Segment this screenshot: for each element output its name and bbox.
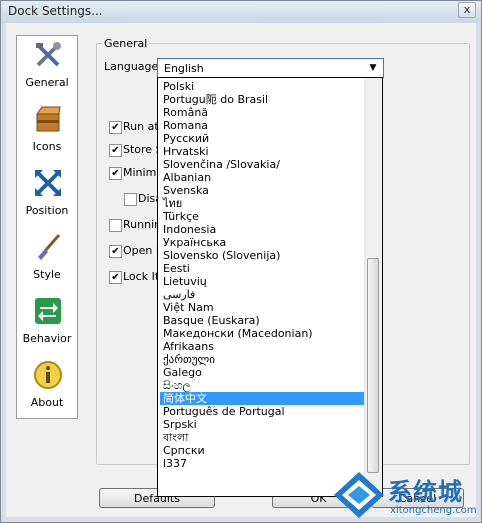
language-option[interactable]: Indonesia (160, 223, 368, 236)
sidebar-item-behavior[interactable]: Behavior (17, 294, 77, 354)
language-option[interactable]: සිංහල (160, 379, 368, 392)
language-option[interactable]: Eesti (160, 262, 368, 275)
language-option[interactable]: Українська (160, 236, 368, 249)
language-option[interactable]: Română (160, 106, 368, 119)
language-option[interactable]: Romana (160, 119, 368, 132)
language-option[interactable]: Srpski (160, 418, 368, 431)
language-option[interactable]: Slovenčina /Slovakia/ (160, 158, 368, 171)
language-option[interactable]: Српски (160, 444, 368, 457)
group-title: General (102, 37, 150, 50)
box-icon (36, 106, 61, 132)
language-dropdown-list[interactable]: Polski Portugu阨 do Brasil Română Romana Русс… (157, 77, 383, 497)
sidebar-item-label: Icons (32, 140, 62, 153)
arrows-icon (35, 298, 61, 324)
title-bar: Dock Settings... x (1, 1, 481, 23)
open-running-checkbox[interactable]: ✔ (109, 245, 122, 258)
settings-sidebar: General Icons Position Style Behavior Ab… (16, 35, 78, 419)
language-selected-value: English (164, 62, 204, 75)
language-option[interactable]: Македонски (Macedonian) (160, 327, 368, 340)
run-at-startup-checkbox[interactable]: ✔ (109, 121, 122, 134)
language-option[interactable]: Việt Nam (160, 301, 368, 314)
language-option[interactable]: Slovensko (Slovenija) (160, 249, 368, 262)
sidebar-item-label: Behavior (22, 332, 72, 345)
minimize-checkbox[interactable]: ✔ (109, 167, 122, 180)
language-option[interactable]: Hrvatski (160, 145, 368, 158)
language-option[interactable]: বাংলা (160, 431, 368, 444)
sidebar-item-label: Position (25, 204, 69, 217)
language-label: Language (104, 60, 159, 73)
language-option[interactable]: Lietuvių (160, 275, 368, 288)
watermark-url: xitongcheng.com (390, 505, 477, 516)
watermark-text: 系统城 (388, 478, 463, 506)
language-option[interactable]: Svenska (160, 184, 368, 197)
scrollbar-thumb[interactable] (367, 258, 379, 473)
language-option[interactable]: ქართული (160, 353, 368, 366)
language-option[interactable]: ไทย (160, 197, 368, 210)
sidebar-item-label: About (30, 396, 64, 409)
disable-checkbox[interactable] (124, 193, 137, 206)
language-option[interactable]: Albanian (160, 171, 368, 184)
sidebar-item-icons[interactable]: Icons (17, 102, 77, 162)
language-option[interactable]: Galego (160, 366, 368, 379)
chevron-down-icon[interactable]: ▼ (366, 61, 380, 75)
close-button[interactable]: x (458, 2, 476, 18)
running-checkbox[interactable] (109, 219, 122, 232)
tools-icon (36, 42, 61, 67)
language-option[interactable]: فارسی (160, 288, 368, 301)
language-select[interactable]: English ▼ (157, 58, 384, 78)
language-option[interactable]: Türkçe (160, 210, 368, 223)
language-option[interactable]: 简体中文 (160, 392, 368, 405)
move-arrows-icon (35, 170, 61, 196)
language-option[interactable]: Afrikaans (160, 340, 368, 353)
language-option[interactable]: Polski (160, 80, 368, 93)
info-icon (34, 361, 62, 389)
watermark-diamond-icon (334, 472, 384, 518)
language-option[interactable]: Русский (160, 132, 368, 145)
sidebar-item-label: General (25, 76, 69, 89)
language-option[interactable]: Basque (Euskara) (160, 314, 368, 327)
dropdown-scrollbar[interactable] (364, 78, 382, 496)
window-title: Dock Settings... (8, 4, 103, 18)
sidebar-item-label: Style (33, 268, 61, 281)
language-option[interactable]: Portugu阨 do Brasil (160, 93, 368, 106)
sidebar-item-position[interactable]: Position (17, 166, 77, 226)
lock-items-checkbox[interactable]: ✔ (109, 271, 122, 284)
sidebar-item-style[interactable]: Style (17, 230, 77, 290)
language-option[interactable]: Português de Portugal (160, 405, 368, 418)
sidebar-item-general[interactable]: General (17, 38, 77, 98)
watermark-logo: 系统城 xitongcheng.com (332, 468, 482, 523)
brush-icon (38, 234, 61, 260)
sidebar-item-about[interactable]: About (17, 358, 77, 418)
store-settings-checkbox[interactable]: ✔ (109, 144, 122, 157)
